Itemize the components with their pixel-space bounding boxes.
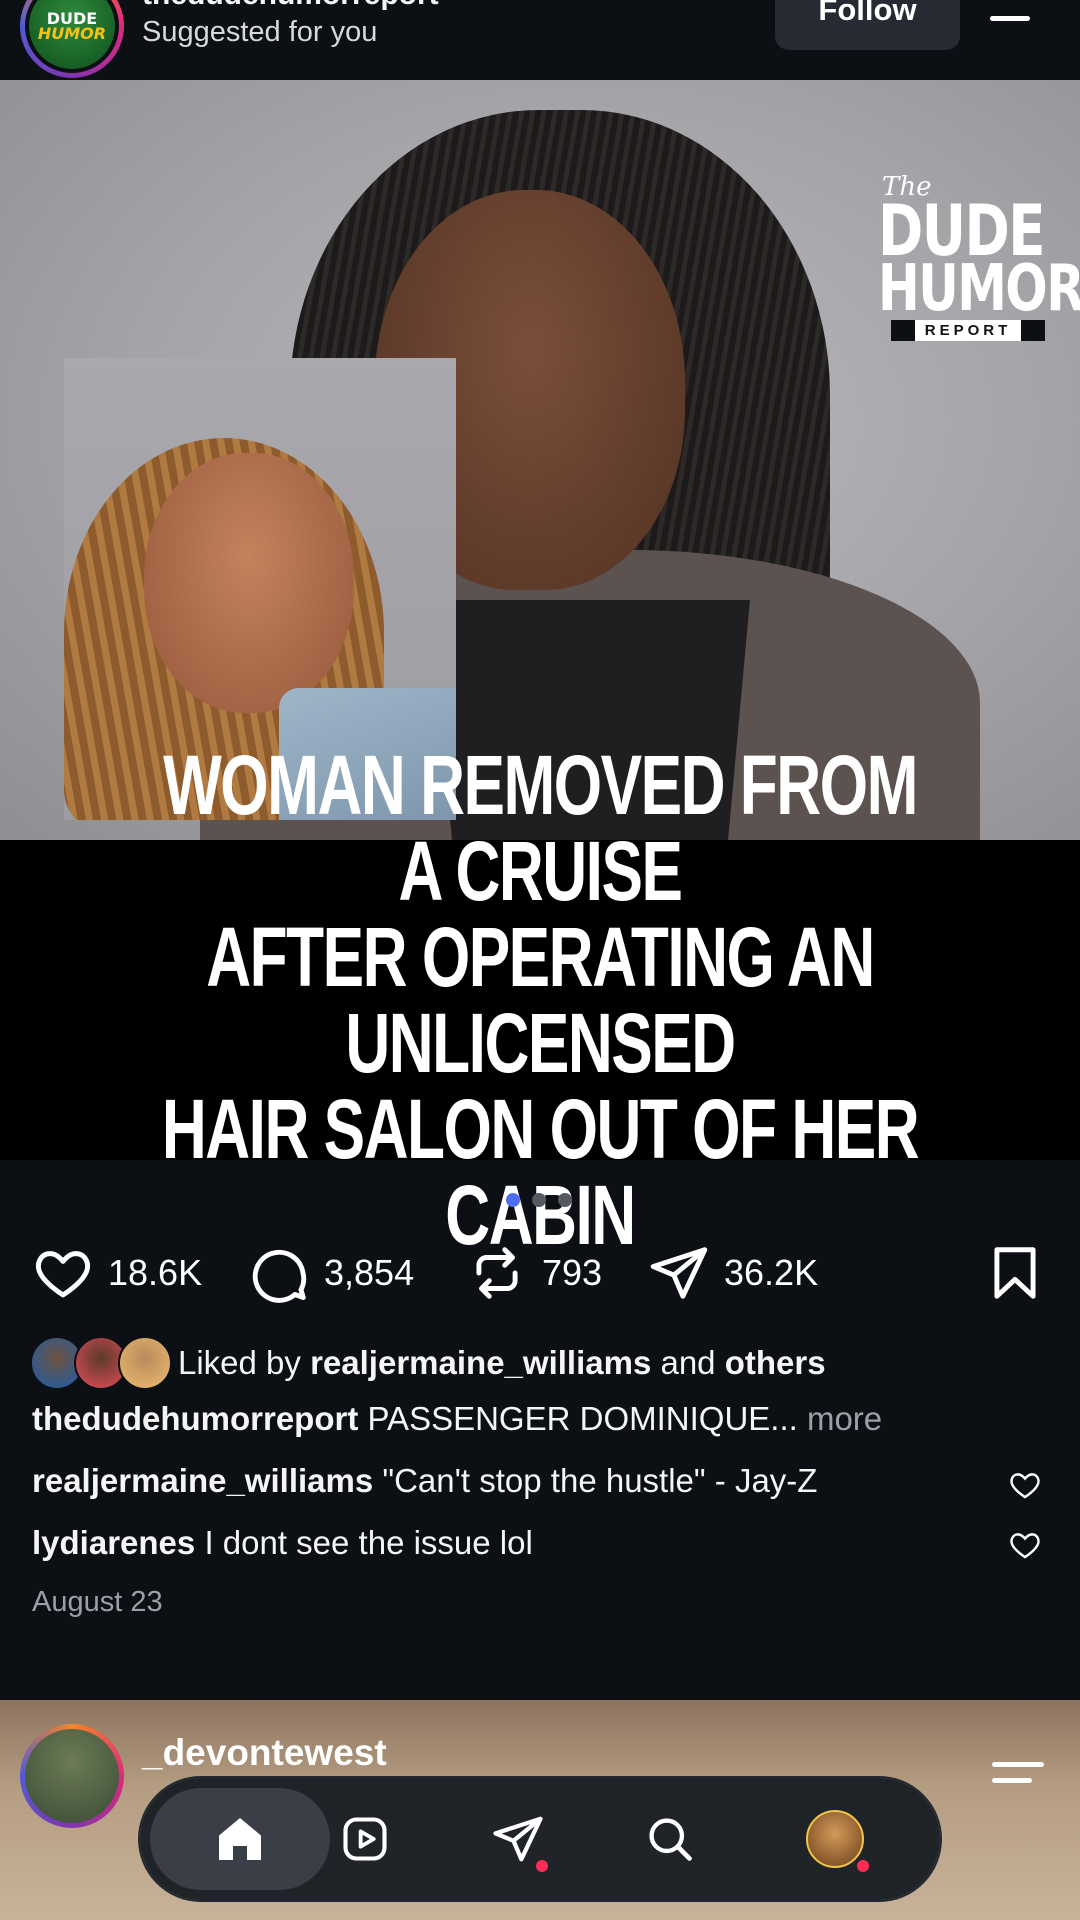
direct-notification-dot [536, 1860, 548, 1872]
caption-more-link[interactable]: more [807, 1400, 882, 1437]
liked-user[interactable]: realjermaine_williams [310, 1344, 651, 1382]
tab-direct[interactable] [458, 1778, 578, 1900]
carousel-dot [558, 1193, 572, 1207]
comment-action[interactable]: 3,854 [248, 1248, 415, 1303]
bottom-tab-bar [140, 1778, 940, 1900]
comment-icon[interactable] [248, 1242, 310, 1304]
like-action[interactable]: 18.6K [32, 1248, 202, 1298]
brand-avatar-logo: DUDE HUMOR [29, 0, 115, 69]
follow-button[interactable]: Follow [775, 0, 960, 50]
watermark-logo: The DUDE HUMOR REPORT [878, 172, 1080, 341]
caption-username[interactable]: thedudehumorreport [32, 1400, 358, 1437]
liked-by-row[interactable]: Liked by realjermaine_williams and other… [30, 1336, 826, 1390]
bookmark-icon[interactable] [984, 1242, 1046, 1304]
direct-icon[interactable] [491, 1812, 545, 1866]
caption-line: thedudehumorreport PASSENGER DOMINIQUE..… [32, 1400, 882, 1438]
repost-action[interactable]: 793 [466, 1247, 603, 1299]
share-count: 36.2K [724, 1252, 819, 1293]
post-date: August 23 [32, 1586, 163, 1618]
more-options-icon[interactable] [992, 1756, 1048, 1790]
comment-text: "Can't stop the hustle" - Jay-Z [382, 1462, 818, 1499]
tab-reels[interactable] [305, 1778, 425, 1900]
carousel-dot-active [506, 1193, 520, 1207]
comment-row: realjermaine_williams "Can't stop the hu… [32, 1462, 817, 1500]
tab-search[interactable] [610, 1778, 730, 1900]
next-post-avatar[interactable] [20, 1724, 124, 1828]
comment-username[interactable]: realjermaine_williams [32, 1462, 373, 1499]
more-options-icon[interactable] [990, 8, 1034, 38]
repost-count: 793 [542, 1252, 603, 1293]
liked-others[interactable]: others [725, 1344, 826, 1382]
carousel-indicator [506, 1193, 576, 1207]
like-count: 18.6K [108, 1252, 203, 1293]
tab-profile[interactable] [775, 1778, 895, 1900]
comment-like-heart-icon[interactable] [1008, 1468, 1042, 1502]
profile-notification-dot [857, 1860, 869, 1872]
send-icon[interactable] [648, 1242, 710, 1304]
headline-banner: WOMAN REMOVED FROM A CRUISE AFTER OPERAT… [0, 742, 1080, 1258]
author-username[interactable]: thedudehumorreport [142, 0, 439, 12]
heart-icon[interactable] [32, 1242, 94, 1304]
liker-avatars [30, 1336, 172, 1390]
home-icon[interactable] [212, 1811, 268, 1867]
comment-row: lydiarenes I dont see the issue lol [32, 1524, 533, 1562]
repost-icon[interactable] [466, 1242, 528, 1304]
caption-text: PASSENGER DOMINIQUE... [367, 1400, 798, 1437]
post-image[interactable]: The DUDE HUMOR REPORT [0, 80, 1080, 840]
liker-avatar [118, 1336, 172, 1390]
comment-count: 3,854 [324, 1252, 415, 1293]
search-icon[interactable] [644, 1813, 696, 1865]
suggested-label: Suggested for you [142, 16, 378, 48]
carousel-dot [532, 1193, 546, 1207]
next-post-username[interactable]: _devontewest [142, 1732, 387, 1774]
headline-text: WOMAN REMOVED FROM A CRUISE AFTER OPERAT… [161, 738, 920, 1262]
comment-like-heart-icon[interactable] [1008, 1528, 1042, 1562]
comment-username[interactable]: lydiarenes [32, 1524, 195, 1561]
tab-home[interactable] [150, 1778, 330, 1900]
profile-avatar[interactable] [806, 1810, 864, 1868]
comment-text: I dont see the issue lol [204, 1524, 533, 1561]
reels-icon[interactable] [339, 1813, 391, 1865]
share-action[interactable]: 36.2K [648, 1247, 819, 1299]
save-action[interactable] [984, 1247, 1046, 1299]
